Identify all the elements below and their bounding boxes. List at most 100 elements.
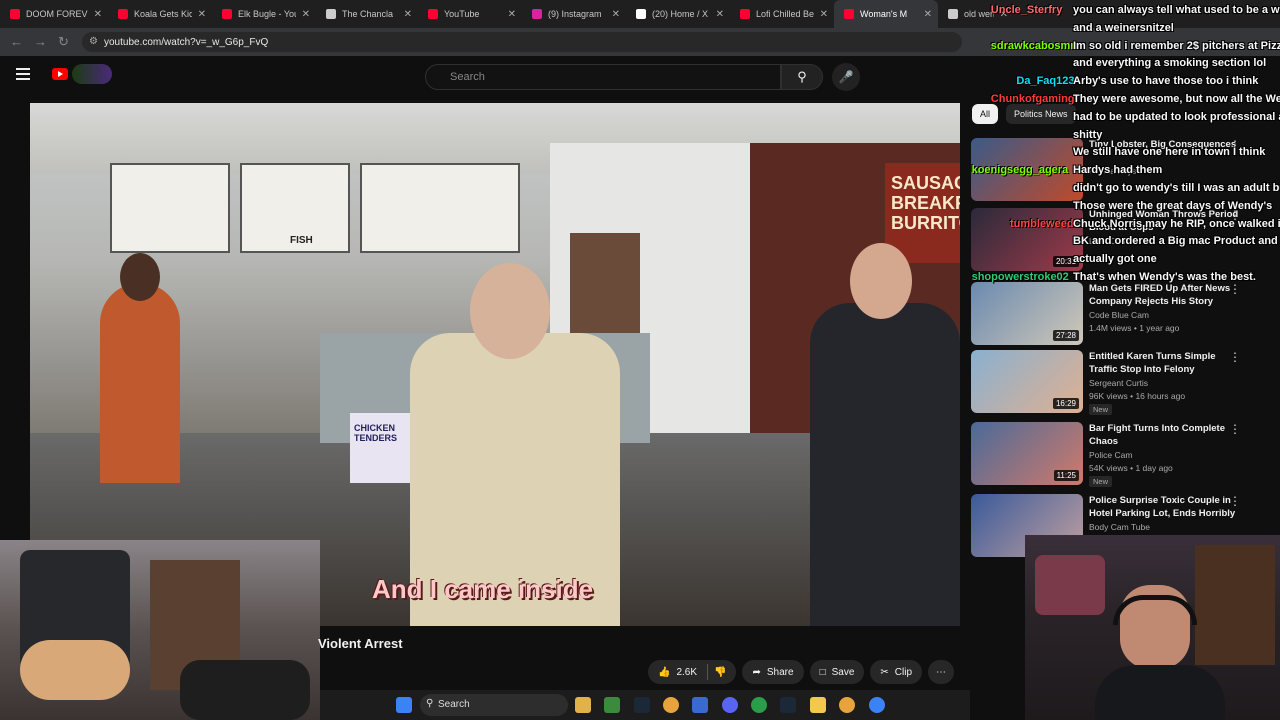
like-button[interactable]: 👍 2.6K 👎	[648, 660, 737, 684]
share-button[interactable]: ➦ Share	[742, 660, 804, 684]
tab-favicon-icon	[948, 9, 958, 19]
url-field[interactable]: ⚙ youtube.com/watch?v=_w_G6p_FvQ	[82, 32, 962, 52]
microphone-icon[interactable]: 🎤	[832, 63, 860, 91]
youtube-logo-icon[interactable]	[52, 68, 68, 80]
terminal-icon[interactable]	[604, 697, 620, 713]
divider	[707, 664, 709, 680]
close-icon[interactable]: ✕	[924, 9, 932, 20]
chat-message: had to be updated to look professional a…	[1073, 110, 1280, 123]
tab-title: Koala Gets Kick	[134, 9, 192, 19]
clip-button[interactable]: ✂ Clip	[870, 660, 923, 684]
more-actions-button[interactable]: ⋯	[928, 660, 955, 684]
search-input[interactable]: Search	[425, 64, 781, 90]
chrome-icon[interactable]	[839, 697, 855, 713]
recommended-video[interactable]: 27:28 Man Gets FIRED Up After News Compan…	[971, 282, 1271, 346]
site-info-icon[interactable]: ⚙	[89, 36, 98, 47]
shelf	[1195, 545, 1275, 665]
chrome-icon[interactable]	[663, 697, 679, 713]
chat-message: Arby's use to have those too i think	[1073, 75, 1259, 88]
recommended-video[interactable]: 16:29 Entitled Karen Turns Simple Traffic…	[971, 350, 1271, 415]
taskbar-search[interactable]: ⚲ Search	[420, 694, 568, 716]
video-meta: 1.4M views • 1 year ago	[1089, 323, 1180, 333]
channel-name[interactable]: Police Cam	[1089, 450, 1132, 460]
streamer-body	[1095, 665, 1225, 720]
browser-tab[interactable]: (9) Instagram ✕	[522, 0, 626, 28]
close-icon[interactable]: ✕	[716, 9, 724, 20]
close-icon[interactable]: ✕	[508, 9, 516, 20]
browser-tab[interactable]: YouTube ✕	[418, 0, 522, 28]
close-icon[interactable]: ✕	[404, 9, 412, 20]
channel-name[interactable]: Sergeant Curtis	[1089, 378, 1148, 388]
share-label: Share	[766, 666, 794, 678]
chat-message: and everything a smoking section lol	[1073, 57, 1267, 70]
recommended-video[interactable]: 11:25 Bar Fight Turns Into Complete Chaos…	[971, 422, 1271, 487]
new-badge: New	[1089, 476, 1113, 487]
video-thumbnail[interactable]: 11:25	[971, 422, 1083, 485]
app-icon[interactable]	[692, 697, 708, 713]
save-button[interactable]: □ Save	[809, 660, 865, 684]
browser-tab[interactable]: Koala Gets Kick ✕	[108, 0, 212, 28]
video-thumbnail[interactable]: 16:29	[971, 350, 1083, 413]
scissors-icon: ✂	[880, 666, 889, 678]
close-icon[interactable]: ✕	[302, 9, 310, 20]
streamer-webcam	[1025, 535, 1280, 720]
chat-username: Da_Faq123	[1016, 75, 1075, 88]
chat-username: koenigsegg_agera	[971, 164, 1069, 177]
more-icon[interactable]: ⋮	[1229, 494, 1241, 508]
webcam-room-overlay	[0, 540, 320, 720]
close-icon[interactable]: ✕	[94, 9, 102, 20]
browser-tab[interactable]: (20) Home / X ✕	[626, 0, 730, 28]
tab-title: YouTube	[444, 9, 480, 19]
discord-icon[interactable]	[722, 697, 738, 713]
video-title[interactable]: Police Surprise Toxic Couple in Hotel Pa…	[1089, 494, 1239, 520]
tab-favicon-icon	[326, 9, 336, 19]
video-thumbnail[interactable]: 27:28	[971, 282, 1083, 345]
steam-icon[interactable]	[780, 697, 796, 713]
tab-title: DOOM FOREVE	[26, 9, 88, 19]
menu-icon[interactable]	[16, 68, 30, 80]
reload-icon[interactable]: ↻	[58, 34, 69, 50]
app-icon[interactable]	[869, 697, 885, 713]
search-icon[interactable]: ⚲	[781, 64, 823, 90]
forward-icon[interactable]: →	[34, 34, 47, 49]
video-title[interactable]: Bar Fight Turns Into Complete Chaos	[1089, 422, 1239, 448]
video-meta: 54K views • 1 day ago	[1089, 463, 1173, 473]
video-duration: 11:25	[1053, 470, 1079, 481]
notes-icon[interactable]	[810, 697, 826, 713]
xbox-icon[interactable]	[751, 697, 767, 713]
browser-tab[interactable]: Elk Bugle - You ✕	[212, 0, 316, 28]
close-icon[interactable]: ✕	[198, 9, 206, 20]
video-actions: 👍 2.6K 👎 ➦ Share □ Save ✂ Clip ⋯	[648, 660, 955, 684]
browser-tab[interactable]: The Chancla ✕	[316, 0, 418, 28]
save-icon: □	[819, 666, 826, 678]
browser-tab[interactable]: DOOM FOREVE ✕	[0, 0, 108, 28]
youtube-doodle-logo[interactable]	[72, 64, 112, 84]
chat-message: actually got one	[1073, 253, 1157, 266]
thumbs-down-icon[interactable]: 👎	[714, 667, 726, 678]
more-icon[interactable]: ⋮	[1229, 350, 1241, 364]
clip-label: Clip	[894, 666, 913, 678]
channel-name[interactable]: Code Blue Cam	[1089, 310, 1149, 320]
close-icon[interactable]: ✕	[820, 9, 828, 20]
file-explorer-icon[interactable]	[575, 697, 591, 713]
browser-tab[interactable]: Woman's M ✕	[834, 0, 938, 28]
video-caption: And I came inside	[372, 574, 594, 604]
channel-name[interactable]: Body Cam Tube	[1089, 522, 1150, 532]
woman-head	[470, 263, 550, 359]
cat-figure	[20, 640, 130, 700]
search-icon: ⚲	[426, 698, 434, 709]
tab-title: (9) Instagram	[548, 9, 602, 19]
steam-icon[interactable]	[634, 697, 650, 713]
tab-favicon-icon	[636, 9, 646, 19]
windows-start-icon[interactable]	[396, 697, 412, 713]
thumbs-up-icon: 👍	[658, 666, 671, 678]
back-icon[interactable]: ←	[10, 34, 23, 49]
browser-tab[interactable]: Lofi Chilled Bea ✕	[730, 0, 834, 28]
close-icon[interactable]: ✕	[612, 9, 620, 20]
more-icon: ⋯	[936, 666, 947, 678]
menu-board: FISH	[240, 163, 350, 253]
save-label: Save	[831, 666, 855, 678]
url-text: youtube.com/watch?v=_w_G6p_FvQ	[104, 37, 269, 48]
video-title[interactable]: Entitled Karen Turns Simple Traffic Stop…	[1089, 350, 1239, 376]
more-icon[interactable]: ⋮	[1229, 422, 1241, 436]
